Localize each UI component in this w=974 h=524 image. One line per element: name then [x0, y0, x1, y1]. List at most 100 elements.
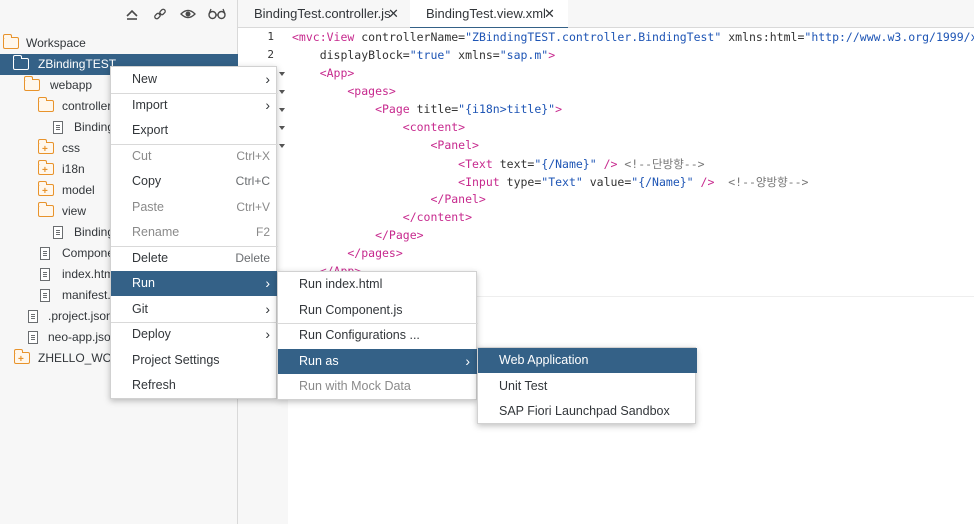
code-token: "Text" — [541, 175, 583, 189]
tab-view[interactable]: BindingTest.view.xml ✕ — [410, 0, 568, 29]
code-line[interactable]: </content> — [292, 210, 472, 224]
code-token: <pages> — [292, 84, 396, 98]
code-token: <!--양방향--> — [714, 175, 809, 189]
menu-item-run-with-mock-data[interactable]: Run with Mock Data — [278, 374, 478, 399]
code-token: <Page — [292, 102, 417, 116]
tab-controller[interactable]: BindingTest.controller.js ✕ — [238, 0, 410, 28]
code-token: type= — [506, 175, 542, 189]
fold-arrow-icon[interactable] — [279, 144, 285, 148]
code-line[interactable]: <pages> — [292, 84, 396, 98]
code-token: "ZBindingTEST.controller.BindingTest" — [465, 30, 722, 44]
folder-icon — [37, 97, 54, 112]
code-token: > — [555, 102, 563, 116]
glasses-icon[interactable] — [208, 7, 226, 23]
code-token: <Panel> — [292, 138, 479, 152]
menu-item-run-configurations[interactable]: Run Configurations ... — [278, 323, 478, 348]
menu-item-rename[interactable]: Rename F2 — [111, 220, 278, 245]
menu-item-cut[interactable]: Cut Ctrl+X — [111, 144, 278, 169]
menu-item-label: Delete — [132, 250, 169, 265]
menu-item-label: Rename — [132, 225, 180, 239]
folder-icon — [2, 34, 19, 49]
menu-item-label: Run Component.js — [299, 302, 403, 317]
fold-arrow-icon[interactable] — [279, 126, 285, 130]
menu-item-project-settings[interactable]: Project Settings — [111, 348, 278, 373]
menu-item-export[interactable]: Export — [111, 118, 278, 143]
context-menu: New › Import › Export Cut Ctrl+X Copy Ctrl+C Past… — [110, 66, 278, 399]
menu-item-sap-fiori-launchpad-sandbox[interactable]: SAP Fiori Launchpad Sandbox — [478, 399, 697, 424]
folder-add-icon — [13, 349, 30, 370]
chevron-right-icon: › — [265, 96, 270, 113]
close-icon[interactable]: ✕ — [544, 0, 555, 28]
code-token: > — [548, 48, 556, 62]
fold-arrow-icon[interactable] — [279, 108, 285, 112]
menu-item-label: Import — [132, 97, 168, 112]
menu-item-run[interactable]: Run › — [111, 271, 278, 296]
code-token: displayBlock= — [292, 48, 410, 62]
tree-item-label: ZBindingTEST — [38, 57, 117, 71]
code-token: "{/Name}" — [534, 157, 597, 171]
line-number: 2 — [267, 48, 274, 61]
collapse-icon[interactable] — [124, 7, 140, 23]
eye-icon[interactable] — [180, 7, 196, 23]
code-line[interactable]: </Panel> — [292, 192, 486, 206]
file-icon — [40, 289, 50, 302]
code-line[interactable]: <Page title="{i18n>title}"> — [292, 102, 562, 116]
menu-item-git[interactable]: Git › — [111, 297, 278, 322]
menu-item-copy[interactable]: Copy Ctrl+C — [111, 169, 278, 194]
fold-arrow-icon[interactable] — [279, 72, 285, 76]
code-token: xmlns:html= — [721, 30, 805, 44]
menu-item-refresh[interactable]: Refresh — [111, 373, 278, 398]
menu-item-unit-test[interactable]: Unit Test — [478, 374, 697, 399]
code-token: </Panel> — [292, 192, 486, 206]
tree-item-label: view — [62, 204, 87, 218]
code-line[interactable]: </pages> — [292, 246, 403, 260]
menu-item-label: Project Settings — [132, 352, 220, 367]
menu-item-label: Run as — [299, 353, 339, 368]
menu-item-label: Git — [132, 301, 148, 316]
menu-item-label: SAP Fiori Launchpad Sandbox — [499, 404, 670, 418]
chevron-right-icon: › — [265, 326, 270, 342]
code-token: </pages> — [292, 246, 403, 260]
tree-item-label: css — [62, 141, 80, 155]
code-token: <Text — [292, 157, 500, 171]
fold-arrow-icon[interactable] — [279, 90, 285, 94]
shortcut-label: Ctrl+C — [235, 174, 270, 188]
code-token: "http://www.w3.org/1999/xhtml" — [804, 30, 974, 44]
close-icon[interactable]: ✕ — [388, 0, 399, 28]
tab-label: BindingTest.controller.js — [254, 6, 391, 21]
menu-item-web-application[interactable]: Web Application — [478, 348, 697, 373]
code-line[interactable]: displayBlock="true" xmlns="sap.m"> — [292, 48, 555, 62]
code-line[interactable]: <mvc:View controllerName="ZBindingTEST.c… — [292, 30, 974, 44]
file-icon — [40, 247, 50, 260]
menu-item-deploy[interactable]: Deploy › — [111, 322, 278, 347]
menu-item-paste[interactable]: Paste Ctrl+V — [111, 195, 278, 220]
editor-tabs: BindingTest.controller.js ✕ BindingTest.… — [238, 0, 974, 29]
code-token: xmlns= — [451, 48, 500, 62]
code-line[interactable]: <Input type="Text" value="{/Name}" /> <!… — [292, 174, 808, 190]
code-line[interactable]: <Panel> — [292, 138, 479, 152]
menu-item-run-index-html[interactable]: Run index.html — [278, 272, 478, 297]
chevron-right-icon: › — [265, 71, 270, 87]
link-icon[interactable] — [152, 7, 168, 23]
menu-item-run-as[interactable]: Run as › — [278, 348, 478, 374]
code-line[interactable]: <App> — [292, 66, 355, 80]
tree-item-label: .project.json — [48, 309, 113, 323]
code-token: "{i18n>title}" — [458, 102, 556, 116]
code-line[interactable]: <content> — [292, 120, 465, 134]
code-line[interactable]: </Page> — [292, 228, 423, 242]
file-icon — [40, 268, 50, 281]
menu-item-label: Copy — [132, 174, 162, 188]
menu-item-delete[interactable]: Delete Delete — [111, 246, 278, 271]
menu-item-label: Refresh — [132, 378, 176, 392]
tree-item-workspace[interactable]: Workspace — [0, 33, 238, 54]
code-line[interactable]: <Text text="{/Name}" /> <!--단방향--> — [292, 156, 704, 172]
run-as-submenu: Web Application Unit Test SAP Fiori Launch… — [477, 347, 697, 424]
tree-item-label: i18n — [62, 162, 85, 176]
code-token: <mvc:View — [292, 30, 362, 44]
menu-item-label: Export — [132, 123, 169, 137]
menu-item-import[interactable]: Import › — [111, 93, 278, 118]
folder-add-icon — [37, 181, 54, 202]
menu-item-run-component-js[interactable]: Run Component.js — [278, 298, 478, 323]
chevron-right-icon: › — [265, 275, 270, 291]
menu-item-new[interactable]: New › — [111, 67, 278, 92]
